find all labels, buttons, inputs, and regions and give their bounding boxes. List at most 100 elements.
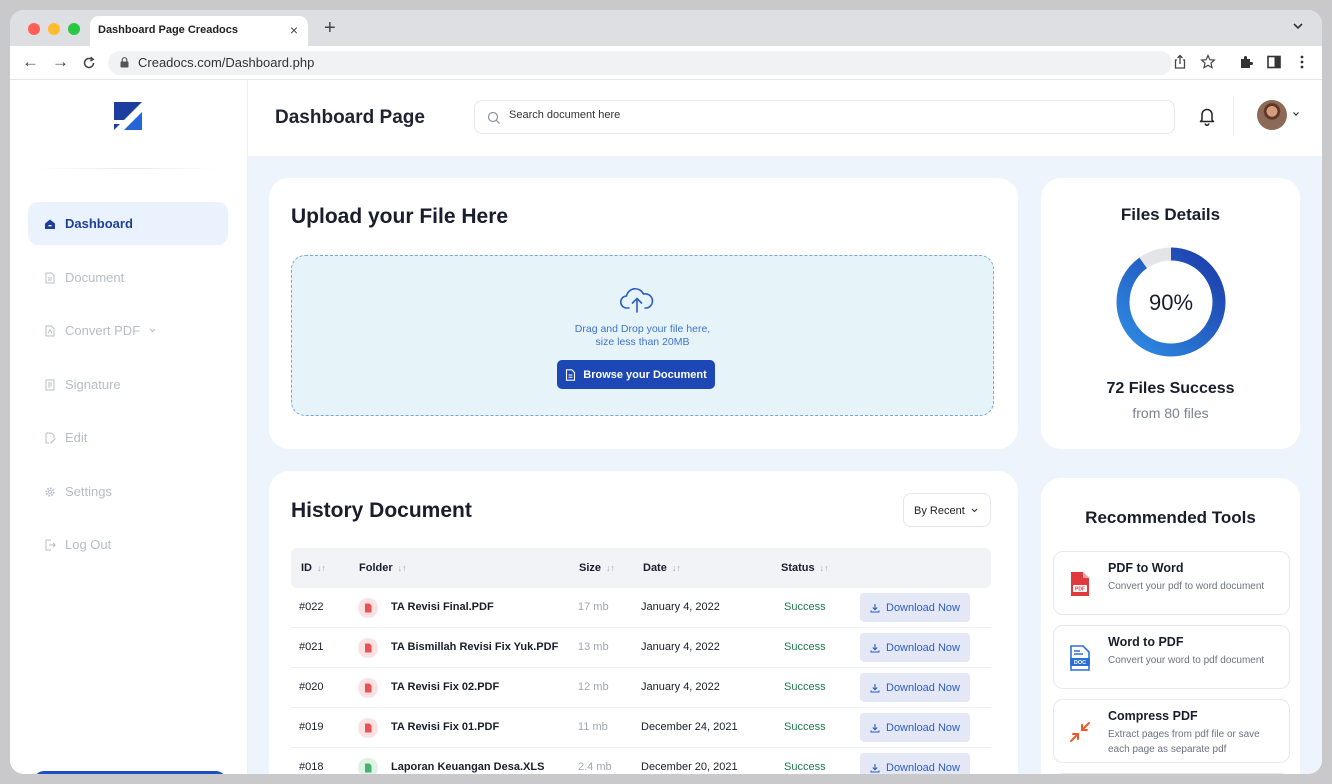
page-title: Dashboard Page: [275, 107, 425, 128]
row-file-name[interactable]: TA Revisi Final.PDF: [391, 601, 494, 613]
download-icon: [870, 683, 880, 693]
column-folder-label: Folder: [359, 562, 393, 574]
download-button[interactable]: Download Now: [860, 673, 970, 702]
svg-text:DOC: DOC: [1074, 660, 1086, 666]
sidebar-item-label: Signature: [65, 377, 121, 392]
chevron-down-icon[interactable]: [1292, 111, 1300, 117]
tool-word-to-pdf[interactable]: DOC Word to PDF Convert your word to pdf…: [1053, 625, 1290, 689]
bookmark-star-icon[interactable]: [1200, 54, 1216, 70]
lock-icon: [120, 57, 129, 68]
main-content: Upload your File Here Drag and Drop your…: [248, 156, 1322, 774]
search-icon: [487, 111, 500, 124]
download-icon: [870, 723, 880, 733]
creadocs-logo[interactable]: [112, 100, 144, 132]
sidebar-bottom-button[interactable]: [34, 771, 226, 774]
reload-icon[interactable]: [82, 56, 96, 70]
new-tab-button[interactable]: +: [324, 17, 336, 40]
browser-tab[interactable]: Dashboard Page Creadocs ×: [90, 16, 308, 46]
notification-bell-icon[interactable]: [1198, 106, 1216, 126]
tool-description: Convert your pdf to word document: [1108, 581, 1265, 592]
browser-tabbar: Dashboard Page Creadocs × +: [10, 10, 1322, 46]
row-size: 17 mb: [578, 601, 609, 613]
search-input[interactable]: [509, 109, 1149, 121]
pdf-file-icon: [358, 678, 378, 698]
sort-arrows-icon: ↓↑: [397, 563, 407, 573]
dropzone-hint-line2: size less than 20MB: [595, 336, 690, 348]
row-date: January 4, 2022: [641, 641, 720, 653]
sort-dropdown[interactable]: By Recent: [903, 493, 991, 527]
column-id[interactable]: ID ↓↑: [301, 562, 326, 574]
tool-description: Extract pages from pdf file or save each…: [1108, 729, 1260, 755]
pdf-icon: [45, 325, 55, 336]
row-date: January 4, 2022: [641, 601, 720, 613]
chevron-down-icon: [149, 328, 156, 333]
sidebar-item-label: Document: [65, 270, 125, 285]
sort-arrows-icon: ↓↑: [606, 563, 616, 573]
sidepanel-icon[interactable]: [1266, 54, 1282, 70]
download-button[interactable]: Download Now: [860, 713, 970, 742]
browser-menu-icon[interactable]: [1294, 54, 1310, 70]
sidebar-item-label: Dashboard: [65, 216, 133, 231]
sidebar: Dashboard Document Convert PDF Signature…: [10, 80, 248, 774]
url-bar[interactable]: Creadocs.com/Dashboard.php: [108, 51, 1172, 75]
column-size-label: Size: [579, 562, 602, 574]
column-date[interactable]: Date ↓↑: [643, 562, 681, 574]
search-box[interactable]: [474, 100, 1175, 134]
sidebar-item-dashboard[interactable]: Dashboard: [28, 202, 228, 245]
sidebar-item-settings[interactable]: Settings: [28, 470, 228, 513]
extensions-icon[interactable]: [1238, 54, 1254, 70]
minimize-window-button[interactable]: [48, 23, 60, 35]
download-label: Download Now: [886, 681, 960, 694]
avatar[interactable]: [1257, 100, 1287, 130]
tab-list-chevron-icon[interactable]: [1292, 20, 1304, 32]
tab-close-icon[interactable]: ×: [290, 22, 298, 38]
row-size: 12 mb: [578, 681, 609, 693]
download-label: Download Now: [886, 721, 960, 734]
back-icon[interactable]: ←: [22, 52, 39, 72]
row-size: 11 mb: [578, 721, 608, 733]
maximize-window-button[interactable]: [68, 23, 80, 35]
sort-value: By Recent: [914, 505, 965, 517]
file-dropzone[interactable]: Drag and Drop your file here, size less …: [291, 255, 994, 416]
sidebar-item-document[interactable]: Document: [28, 256, 228, 299]
row-status: Success: [784, 601, 826, 613]
history-title: History Document: [291, 499, 472, 522]
forward-icon[interactable]: →: [52, 52, 69, 72]
column-size[interactable]: Size ↓↑: [579, 562, 615, 574]
tool-item-partial[interactable]: [1053, 773, 1290, 774]
header-divider: [1233, 96, 1234, 136]
row-id: #022: [299, 601, 324, 613]
tool-compress-pdf[interactable]: Compress PDF Extract pages from pdf file…: [1053, 699, 1290, 763]
download-button[interactable]: Download Now: [860, 593, 970, 622]
upload-title: Upload your File Here: [291, 205, 509, 228]
row-size: 13 mb: [578, 641, 609, 653]
sidebar-item-convert-pdf[interactable]: Convert PDF: [28, 309, 228, 352]
row-file-name[interactable]: TA Revisi Fix 01.PDF: [391, 721, 499, 733]
table-row: #020 TA Revisi Fix 02.PDF 12 mb January 4, …: [291, 668, 991, 708]
download-button[interactable]: Download Now: [860, 753, 970, 774]
files-details-title: Files Details: [1120, 205, 1221, 224]
pdf-file-icon: [358, 638, 378, 658]
row-file-name[interactable]: Laporan Keuangan Desa.XLS: [391, 761, 544, 773]
browse-document-button[interactable]: Browse your Document: [557, 360, 715, 389]
url-text: Creadocs.com/Dashboard.php: [138, 55, 315, 70]
document-icon: [45, 272, 55, 283]
upload-card: Upload your File Here Drag and Drop your…: [269, 178, 1018, 449]
column-status[interactable]: Status ↓↑: [781, 562, 829, 574]
download-label: Download Now: [886, 601, 960, 614]
doc-file-icon: DOC: [1070, 645, 1090, 671]
sidebar-item-logout[interactable]: Log Out: [28, 523, 228, 566]
row-file-name[interactable]: TA Bismillah Revisi Fix Yuk.PDF: [391, 641, 558, 653]
tool-pdf-to-word[interactable]: PDF PDF to Word Convert your pdf to word…: [1053, 551, 1290, 615]
tool-description: Convert your word to pdf document: [1108, 655, 1265, 666]
files-percent-label: 90%: [1148, 290, 1194, 315]
row-file-name[interactable]: TA Revisi Fix 02.PDF: [391, 681, 499, 693]
recommended-tools-card: Recommended Tools PDF PDF to Word Conver…: [1041, 478, 1300, 774]
column-folder[interactable]: Folder ↓↑: [359, 562, 407, 574]
sidebar-item-edit[interactable]: Edit: [28, 416, 228, 459]
close-window-button[interactable]: [28, 23, 40, 35]
row-id: #019: [299, 721, 324, 733]
sidebar-item-signature[interactable]: Signature: [28, 363, 228, 406]
download-button[interactable]: Download Now: [860, 633, 970, 662]
share-icon[interactable]: [1172, 54, 1188, 70]
